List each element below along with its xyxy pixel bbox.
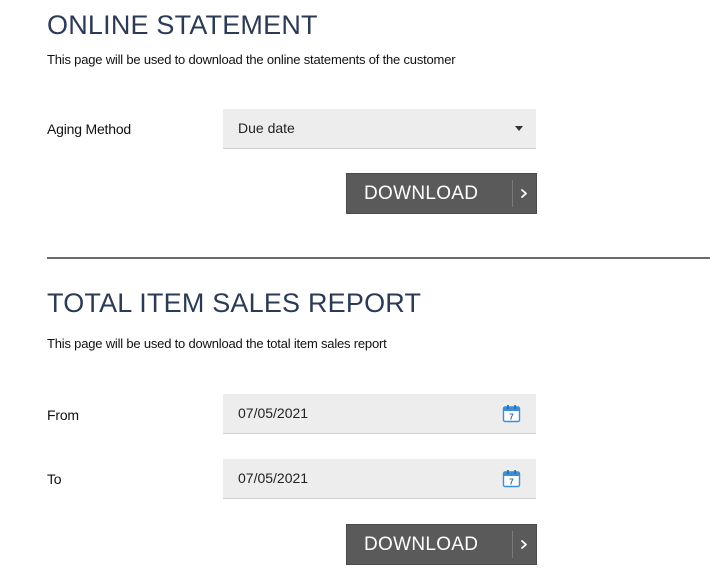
chevron-right-icon [512, 180, 527, 207]
calendar-day-text: 7 [509, 413, 514, 422]
to-label: To [47, 471, 62, 487]
online-statement-title: ONLINE STATEMENT [47, 10, 318, 40]
total-item-sales-title: TOTAL ITEM SALES REPORT [47, 288, 422, 318]
total-item-sales-description: This page will be used to download the t… [47, 336, 387, 351]
aging-method-value: Due date [238, 120, 295, 136]
online-statement-description: This page will be used to download the o… [47, 52, 456, 67]
chevron-down-icon [515, 126, 523, 131]
from-label: From [47, 407, 79, 423]
online-statement-section: ONLINE STATEMENT This page will be used … [0, 0, 710, 250]
from-date-input[interactable]: 07/05/2021 7 [223, 394, 536, 434]
calendar-icon[interactable]: 7 [502, 404, 521, 423]
aging-method-label: Aging Method [47, 121, 131, 137]
download-statement-label: DOWNLOAD [364, 183, 479, 204]
aging-method-select[interactable]: Due date [223, 109, 536, 149]
to-date-value: 07/05/2021 [238, 470, 309, 486]
to-date-input[interactable]: 07/05/2021 7 [223, 459, 536, 499]
chevron-right-icon [512, 531, 527, 558]
calendar-icon[interactable]: 7 [502, 469, 521, 488]
download-sales-report-label: DOWNLOAD [364, 534, 479, 555]
calendar-day-text: 7 [509, 478, 514, 487]
section-divider [47, 257, 710, 259]
download-sales-report-button[interactable]: DOWNLOAD [346, 524, 537, 565]
total-item-sales-section: TOTAL ITEM SALES REPORT This page will b… [0, 270, 710, 578]
download-statement-button[interactable]: DOWNLOAD [346, 173, 537, 214]
from-date-value: 07/05/2021 [238, 405, 309, 421]
